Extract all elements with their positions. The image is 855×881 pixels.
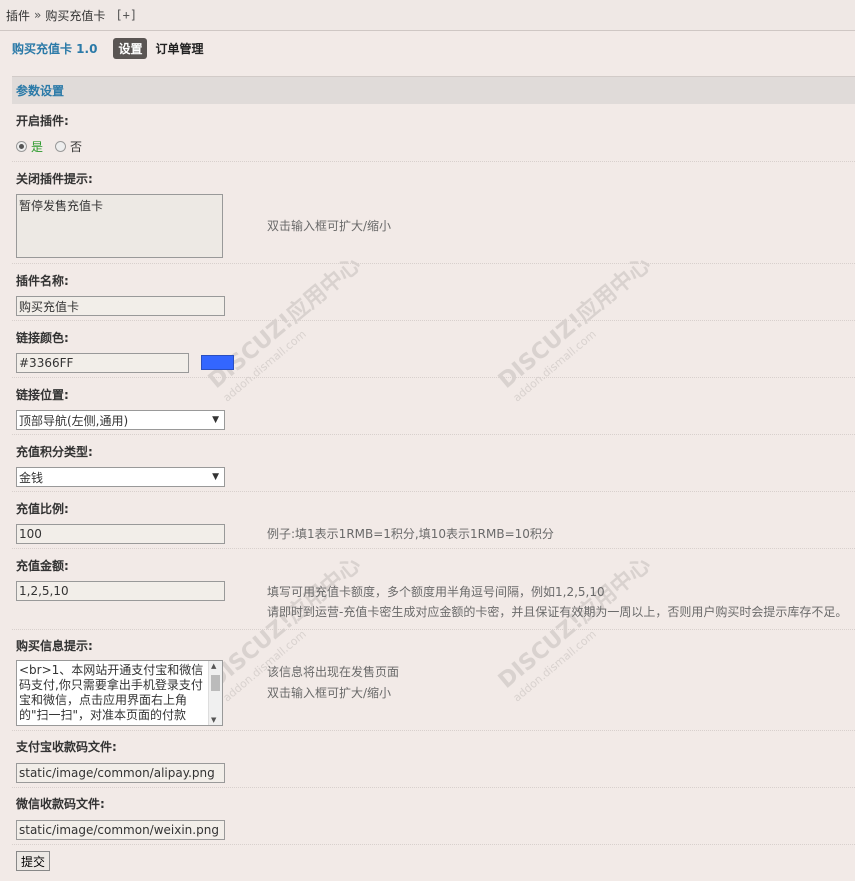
scroll-up-icon[interactable]: ▲ — [211, 662, 216, 670]
amounts-hint-note: 请即时到运营-充值卡密生成对应金额的卡密，并且保证有效期为一周以上，否则用户购买… — [267, 605, 848, 619]
close-tip-hint: 双击输入框可扩大/缩小 — [267, 219, 392, 233]
close-tip-label: 关闭插件提示: — [16, 172, 93, 186]
amounts-label: 充值金额: — [16, 559, 69, 573]
breadcrumb-root[interactable]: 插件 — [6, 7, 30, 24]
radio-no[interactable] — [55, 141, 67, 152]
row-weixin-file: 微信收款码文件: — [12, 788, 855, 845]
purchase-info-textarea[interactable]: <br>1、本网站开通支付宝和微信码支付,你只需要拿出手机登录支付宝和微信，点击… — [16, 660, 223, 726]
plugin-tabs: 购买充值卡 1.0 设置 订单管理 — [12, 38, 203, 59]
alipay-file-label: 支付宝收款码文件: — [16, 740, 117, 754]
close-tip-textarea[interactable]: 暂停发售充值卡 — [16, 194, 223, 258]
breadcrumb-separator: » — [34, 8, 42, 22]
breadcrumb: 插件 » 购买充值卡 [+] — [0, 0, 855, 31]
enable-label: 开启插件: — [16, 114, 69, 128]
purchase-info-label: 购买信息提示: — [16, 639, 93, 653]
weixin-file-label: 微信收款码文件: — [16, 797, 105, 811]
radio-yes-label[interactable]: 是 — [31, 138, 43, 155]
purchase-info-hint-resize: 双击输入框可扩大/缩小 — [267, 686, 392, 700]
color-picker-swatch[interactable] — [201, 355, 234, 370]
scroll-thumb[interactable] — [211, 675, 220, 691]
radio-yes[interactable] — [16, 141, 27, 152]
link-position-select[interactable]: 顶部导航(左侧,通用) ▼ — [16, 410, 225, 430]
amounts-input[interactable] — [16, 581, 225, 601]
add-shortcut-link[interactable]: [+] — [115, 8, 137, 22]
alipay-file-input[interactable] — [16, 763, 225, 783]
dropdown-arrow-icon: ▼ — [212, 415, 219, 425]
link-color-label: 链接颜色: — [16, 331, 69, 345]
plugin-title: 购买充值卡 1.0 — [12, 42, 98, 56]
tab-settings[interactable]: 设置 — [113, 38, 148, 59]
credit-type-label: 充值积分类型: — [16, 445, 93, 459]
row-alipay-file: 支付宝收款码文件: — [12, 731, 855, 788]
credit-type-value: 金钱 — [19, 470, 44, 485]
scroll-down-icon[interactable]: ▼ — [211, 716, 216, 724]
section-title: 参数设置 — [16, 84, 65, 98]
purchase-info-text: <br>1、本网站开通支付宝和微信码支付,你只需要拿出手机登录支付宝和微信，点击… — [19, 663, 204, 722]
submit-button[interactable]: 提交 — [16, 851, 51, 871]
ratio-input[interactable] — [16, 524, 225, 544]
row-link-position: 链接位置: 顶部导航(左侧,通用) ▼ — [12, 378, 855, 435]
radio-no-label[interactable]: 否 — [70, 138, 82, 155]
ratio-label: 充值比例: — [16, 502, 69, 516]
close-tip-field: 暂停发售充值卡 — [16, 194, 223, 261]
breadcrumb-current: 购买充值卡 — [45, 8, 106, 23]
link-position-label: 链接位置: — [16, 388, 69, 402]
enable-radio-group: 是 否 — [16, 138, 82, 155]
link-position-value: 顶部导航(左侧,通用) — [19, 413, 129, 428]
tab-order-management[interactable]: 订单管理 — [155, 40, 203, 57]
purchase-info-hint: 该信息将出现在发售页面 — [267, 665, 400, 679]
row-enable-plugin: 开启插件: 是 否 — [12, 104, 855, 162]
row-amounts: 充值金额: 填写可用充值卡额度，多个额度用半角逗号间隔，例如1,2,5,10 请… — [12, 549, 855, 630]
plugin-name-label: 插件名称: — [16, 274, 69, 288]
row-credit-type: 充值积分类型: 金钱 ▼ — [12, 435, 855, 492]
dropdown-arrow-icon: ▼ — [212, 472, 219, 482]
row-ratio: 充值比例: 例子:填1表示1RMB=1积分,填10表示1RMB=10积分 — [12, 492, 855, 549]
link-color-input[interactable] — [16, 353, 189, 373]
credit-type-select[interactable]: 金钱 ▼ — [16, 467, 225, 487]
ratio-hint: 例子:填1表示1RMB=1积分,填10表示1RMB=10积分 — [267, 527, 554, 541]
plugin-name-input[interactable] — [16, 296, 225, 316]
row-link-color: 链接颜色: — [12, 321, 855, 378]
textarea-scrollbar[interactable]: ▲ ▼ — [208, 661, 222, 725]
amounts-hint: 填写可用充值卡额度，多个额度用半角逗号间隔，例如1,2,5,10 — [267, 585, 605, 599]
weixin-file-input[interactable] — [16, 820, 225, 840]
row-plugin-name: 插件名称: — [12, 264, 855, 321]
row-close-tip: 关闭插件提示: 暂停发售充值卡 双击输入框可扩大/缩小 — [12, 162, 855, 264]
row-purchase-info: 购买信息提示: <br>1、本网站开通支付宝和微信码支付,你只需要拿出手机登录支… — [12, 630, 855, 731]
section-header: 参数设置 — [12, 76, 855, 104]
